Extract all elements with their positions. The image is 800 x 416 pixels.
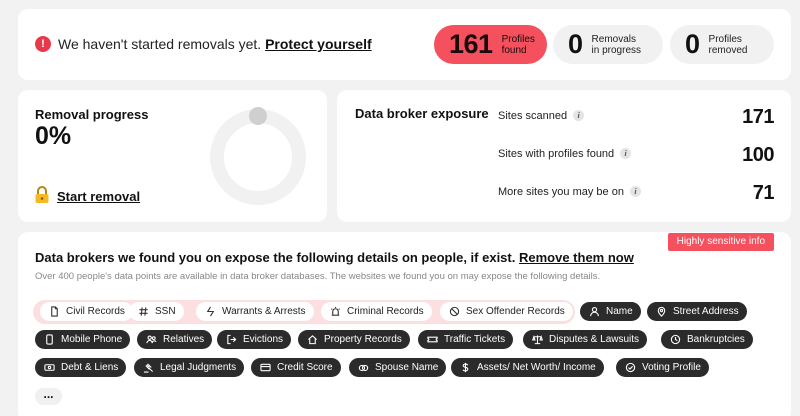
credit-card-icon (259, 362, 271, 374)
stat-label: Profiles found (501, 33, 535, 56)
details-subtitle: Over 400 people's data points are availa… (35, 271, 601, 282)
alert-text: We haven't started removals yet. (58, 36, 262, 52)
gavel-icon (204, 306, 216, 318)
alert-icon: ! (35, 36, 51, 52)
chip-property-records[interactable]: Property Records (298, 330, 410, 349)
chip-spouse-name[interactable]: Spouse Name (349, 358, 447, 377)
scales-icon (531, 334, 543, 346)
chip-legal-judgments[interactable]: Legal Judgments (134, 358, 245, 377)
user-icon (588, 306, 600, 318)
removal-progress-title: Removal progress (35, 107, 149, 122)
lock-icon (34, 186, 50, 209)
removals-in-progress-stat[interactable]: 0 Removals in progress (553, 25, 663, 64)
chip-name[interactable]: Name (580, 302, 641, 321)
donut-start-marker (249, 107, 267, 125)
chip-ssn[interactable]: SSN (129, 302, 184, 321)
door-exit-icon (225, 334, 237, 346)
stat-value: 0 (685, 29, 700, 59)
sites-with-profiles-row: Sites with profiles found i 100 (498, 144, 774, 166)
row-value: 171 (742, 106, 774, 128)
home-icon (306, 334, 318, 346)
chip-street-address[interactable]: Street Address (647, 302, 747, 321)
chip-assets-net-worth-income[interactable]: Assets/ Net Worth/ Income (451, 358, 604, 377)
exposure-title: Data broker exposure (355, 106, 489, 121)
row-label: Sites scanned i (498, 110, 585, 122)
chip-criminal-records[interactable]: Criminal Records (321, 302, 432, 321)
sites-scanned-row: Sites scanned i 171 (498, 106, 774, 128)
info-icon[interactable]: i (573, 110, 585, 121)
chip-warrants-arrests[interactable]: Warrants & Arrests (196, 302, 314, 321)
chip-relatives[interactable]: Relatives (137, 330, 213, 349)
status-banner: ! We haven't started removals yet. Prote… (18, 9, 791, 80)
exposed-details-card: Highly sensitive info Data brokers we fo… (18, 232, 791, 416)
clock-icon (669, 334, 681, 346)
more-sites-row: More sites you may be on i 71 (498, 182, 775, 204)
chip-voting-profile[interactable]: Voting Profile (616, 358, 709, 377)
ticket-icon (426, 334, 438, 346)
chip-mobile-phone[interactable]: Mobile Phone (35, 330, 131, 349)
hash-icon (137, 306, 149, 318)
donut-track (210, 109, 306, 205)
removal-progress-card: Removal progress 0% Start removal (18, 90, 327, 222)
people-icon (145, 334, 157, 346)
stat-value: 161 (449, 29, 493, 59)
info-icon[interactable]: i (629, 186, 641, 197)
rings-icon (357, 362, 369, 374)
chip-traffic-tickets[interactable]: Traffic Tickets (418, 330, 514, 349)
stat-label: Removals in progress (591, 33, 641, 56)
document-icon (48, 306, 60, 318)
siren-icon (329, 306, 341, 318)
chip-disputes-lawsuits[interactable]: Disputes & Lawsuits (523, 330, 648, 349)
removal-progress-donut (210, 107, 306, 205)
row-label: More sites you may be on i (498, 186, 641, 198)
profiles-removed-stat[interactable]: 0 Profiles removed (670, 25, 774, 64)
chip-credit-score[interactable]: Credit Score (251, 358, 341, 377)
protect-yourself-link[interactable]: Protect yourself (265, 36, 372, 52)
removal-progress-percent: 0% (35, 122, 72, 150)
profiles-found-stat[interactable]: 161 Profiles found (434, 25, 547, 64)
data-broker-exposure-card: Data broker exposure Sites scanned i 171 … (337, 90, 791, 222)
dollar-icon (459, 362, 471, 374)
stat-value: 0 (568, 29, 583, 59)
chip-evictions[interactable]: Evictions (217, 330, 292, 349)
phone-icon (43, 334, 55, 346)
chip-bankruptcies[interactable]: Bankruptcies (661, 330, 753, 349)
chip-sex-offender-records[interactable]: Sex Offender Records (440, 302, 573, 321)
stat-label: Profiles removed (708, 33, 748, 56)
blocked-icon (448, 306, 460, 318)
gavel-icon (142, 362, 154, 374)
row-label: Sites with profiles found i (498, 148, 632, 160)
remove-them-now-link[interactable]: Remove them now (519, 250, 634, 265)
alert-message: We haven't started removals yet. Protect… (58, 36, 372, 52)
highly-sensitive-badge: Highly sensitive info (667, 233, 774, 251)
check-circle-icon (624, 362, 636, 374)
more-button[interactable]: ... (35, 388, 62, 405)
info-icon[interactable]: i (620, 148, 632, 159)
chip-debt-liens[interactable]: Debt & Liens (35, 358, 127, 377)
location-pin-icon (655, 306, 667, 318)
row-value: 100 (742, 144, 774, 166)
chip-civil-records[interactable]: Civil Records (40, 302, 133, 321)
details-title: Data brokers we found you on expose the … (35, 250, 634, 265)
start-removal-link[interactable]: Start removal (57, 189, 140, 204)
bill-icon (43, 362, 55, 374)
row-value: 71 (752, 182, 775, 204)
